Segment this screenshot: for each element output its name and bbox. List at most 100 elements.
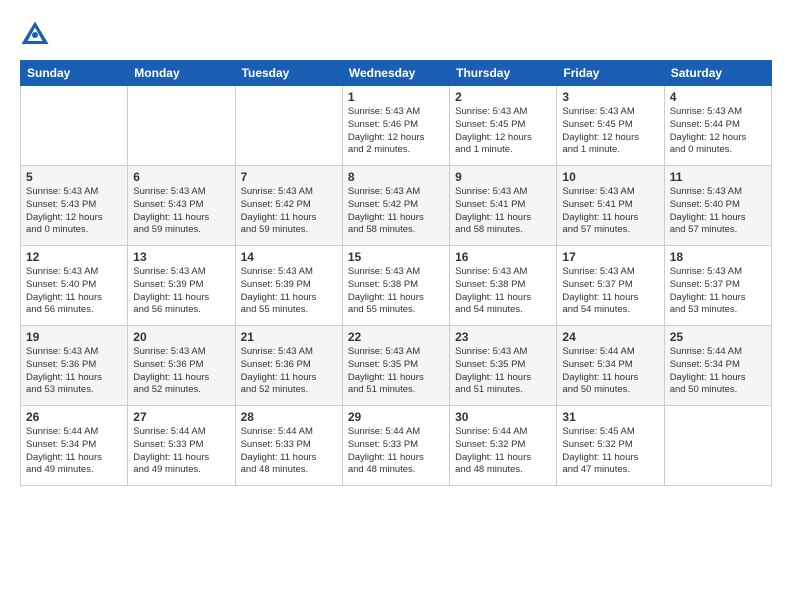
calendar-cell: 16Sunrise: 5:43 AM Sunset: 5:38 PM Dayli… <box>450 246 557 326</box>
calendar-cell: 12 Sunrise: 5:43 AM Sunset: 5:40 PM Dayli… <box>21 246 128 326</box>
calendar-cell: 20 Sunrise: 5:43 AM Sunset: 5:36 PM Dayli… <box>128 326 235 406</box>
day-info: Sunrise: 5:43 AM Sunset: 5:42 PM Dayligh… <box>348 186 444 237</box>
calendar-cell: 13Sunrise: 5:43 AM Sunset: 5:39 PM Dayli… <box>128 246 235 326</box>
calendar-week-row: 26 Sunrise: 5:44 AM Sunset: 5:34 PM Dayli… <box>21 406 772 486</box>
calendar-cell: 26 Sunrise: 5:44 AM Sunset: 5:34 PM Dayli… <box>21 406 128 486</box>
calendar-cell: 2 Sunrise: 5:43 AM Sunset: 5:45 PM Daylig… <box>450 86 557 166</box>
day-info: Sunrise: 5:44 AM Sunset: 5:34 PM Dayligh… <box>26 426 122 477</box>
calendar-cell <box>128 86 235 166</box>
calendar-week-row: 19Sunrise: 5:43 AM Sunset: 5:36 PM Dayli… <box>21 326 772 406</box>
logo <box>20 20 54 50</box>
day-info: Sunrise: 5:43 AM Sunset: 5:36 PM Dayligh… <box>133 346 229 397</box>
page: SundayMondayTuesdayWednesdayThursdayFrid… <box>0 0 792 496</box>
weekday-header: Sunday <box>21 61 128 86</box>
day-number: 26 <box>26 410 122 424</box>
calendar-cell: 21Sunrise: 5:43 AM Sunset: 5:36 PM Dayli… <box>235 326 342 406</box>
day-number: 23 <box>455 330 551 344</box>
day-info: Sunrise: 5:43 AM Sunset: 5:35 PM Dayligh… <box>348 346 444 397</box>
day-number: 14 <box>241 250 337 264</box>
calendar-cell: 23 Sunrise: 5:43 AM Sunset: 5:35 PM Dayli… <box>450 326 557 406</box>
day-info: Sunrise: 5:43 AM Sunset: 5:39 PM Dayligh… <box>241 266 337 317</box>
header <box>20 20 772 50</box>
day-info: Sunrise: 5:43 AM Sunset: 5:44 PM Dayligh… <box>670 106 766 157</box>
calendar-cell: 3 Sunrise: 5:43 AM Sunset: 5:45 PM Daylig… <box>557 86 664 166</box>
day-number: 22 <box>348 330 444 344</box>
day-number: 13 <box>133 250 229 264</box>
day-number: 20 <box>133 330 229 344</box>
day-info: Sunrise: 5:44 AM Sunset: 5:33 PM Dayligh… <box>133 426 229 477</box>
calendar-cell: 1 Sunrise: 5:43 AM Sunset: 5:46 PM Daylig… <box>342 86 449 166</box>
day-number: 10 <box>562 170 658 184</box>
calendar-cell: 6Sunrise: 5:43 AM Sunset: 5:43 PM Daylig… <box>128 166 235 246</box>
day-number: 9 <box>455 170 551 184</box>
calendar-cell: 27Sunrise: 5:44 AM Sunset: 5:33 PM Dayli… <box>128 406 235 486</box>
day-number: 3 <box>562 90 658 104</box>
day-info: Sunrise: 5:43 AM Sunset: 5:45 PM Dayligh… <box>455 106 551 157</box>
weekday-header-row: SundayMondayTuesdayWednesdayThursdayFrid… <box>21 61 772 86</box>
day-info: Sunrise: 5:44 AM Sunset: 5:33 PM Dayligh… <box>348 426 444 477</box>
logo-icon <box>20 20 50 50</box>
day-info: Sunrise: 5:44 AM Sunset: 5:34 PM Dayligh… <box>670 346 766 397</box>
calendar-cell: 15 Sunrise: 5:43 AM Sunset: 5:38 PM Dayli… <box>342 246 449 326</box>
day-info: Sunrise: 5:43 AM Sunset: 5:37 PM Dayligh… <box>670 266 766 317</box>
day-number: 2 <box>455 90 551 104</box>
weekday-header: Friday <box>557 61 664 86</box>
calendar-cell: 18 Sunrise: 5:43 AM Sunset: 5:37 PM Dayli… <box>664 246 771 326</box>
day-number: 17 <box>562 250 658 264</box>
day-info: Sunrise: 5:43 AM Sunset: 5:43 PM Dayligh… <box>26 186 122 237</box>
day-number: 31 <box>562 410 658 424</box>
calendar-cell: 14 Sunrise: 5:43 AM Sunset: 5:39 PM Dayli… <box>235 246 342 326</box>
calendar-cell <box>235 86 342 166</box>
calendar-week-row: 1 Sunrise: 5:43 AM Sunset: 5:46 PM Daylig… <box>21 86 772 166</box>
day-info: Sunrise: 5:44 AM Sunset: 5:32 PM Dayligh… <box>455 426 551 477</box>
calendar-cell: 17 Sunrise: 5:43 AM Sunset: 5:37 PM Dayli… <box>557 246 664 326</box>
day-info: Sunrise: 5:43 AM Sunset: 5:37 PM Dayligh… <box>562 266 658 317</box>
day-info: Sunrise: 5:43 AM Sunset: 5:41 PM Dayligh… <box>455 186 551 237</box>
day-info: Sunrise: 5:43 AM Sunset: 5:43 PM Dayligh… <box>133 186 229 237</box>
day-number: 12 <box>26 250 122 264</box>
day-number: 30 <box>455 410 551 424</box>
day-number: 29 <box>348 410 444 424</box>
day-info: Sunrise: 5:43 AM Sunset: 5:38 PM Dayligh… <box>455 266 551 317</box>
calendar-cell <box>21 86 128 166</box>
day-info: Sunrise: 5:45 AM Sunset: 5:32 PM Dayligh… <box>562 426 658 477</box>
day-info: Sunrise: 5:43 AM Sunset: 5:35 PM Dayligh… <box>455 346 551 397</box>
day-number: 5 <box>26 170 122 184</box>
calendar-cell <box>664 406 771 486</box>
calendar-cell: 24Sunrise: 5:44 AM Sunset: 5:34 PM Dayli… <box>557 326 664 406</box>
day-number: 11 <box>670 170 766 184</box>
day-info: Sunrise: 5:43 AM Sunset: 5:36 PM Dayligh… <box>241 346 337 397</box>
day-number: 8 <box>348 170 444 184</box>
calendar-cell: 9 Sunrise: 5:43 AM Sunset: 5:41 PM Daylig… <box>450 166 557 246</box>
day-number: 28 <box>241 410 337 424</box>
day-info: Sunrise: 5:43 AM Sunset: 5:38 PM Dayligh… <box>348 266 444 317</box>
weekday-header: Thursday <box>450 61 557 86</box>
weekday-header: Wednesday <box>342 61 449 86</box>
day-number: 25 <box>670 330 766 344</box>
calendar-cell: 19Sunrise: 5:43 AM Sunset: 5:36 PM Dayli… <box>21 326 128 406</box>
day-number: 1 <box>348 90 444 104</box>
day-info: Sunrise: 5:43 AM Sunset: 5:41 PM Dayligh… <box>562 186 658 237</box>
day-number: 15 <box>348 250 444 264</box>
day-info: Sunrise: 5:43 AM Sunset: 5:42 PM Dayligh… <box>241 186 337 237</box>
day-info: Sunrise: 5:43 AM Sunset: 5:46 PM Dayligh… <box>348 106 444 157</box>
day-info: Sunrise: 5:43 AM Sunset: 5:40 PM Dayligh… <box>670 186 766 237</box>
day-info: Sunrise: 5:43 AM Sunset: 5:45 PM Dayligh… <box>562 106 658 157</box>
calendar-cell: 4 Sunrise: 5:43 AM Sunset: 5:44 PM Daylig… <box>664 86 771 166</box>
day-number: 4 <box>670 90 766 104</box>
calendar-cell: 5 Sunrise: 5:43 AM Sunset: 5:43 PM Daylig… <box>21 166 128 246</box>
calendar-cell: 11 Sunrise: 5:43 AM Sunset: 5:40 PM Dayli… <box>664 166 771 246</box>
calendar: SundayMondayTuesdayWednesdayThursdayFrid… <box>20 60 772 486</box>
calendar-week-row: 12 Sunrise: 5:43 AM Sunset: 5:40 PM Dayli… <box>21 246 772 326</box>
day-info: Sunrise: 5:43 AM Sunset: 5:36 PM Dayligh… <box>26 346 122 397</box>
day-number: 18 <box>670 250 766 264</box>
calendar-week-row: 5 Sunrise: 5:43 AM Sunset: 5:43 PM Daylig… <box>21 166 772 246</box>
day-info: Sunrise: 5:44 AM Sunset: 5:33 PM Dayligh… <box>241 426 337 477</box>
calendar-cell: 8 Sunrise: 5:43 AM Sunset: 5:42 PM Daylig… <box>342 166 449 246</box>
calendar-cell: 30 Sunrise: 5:44 AM Sunset: 5:32 PM Dayli… <box>450 406 557 486</box>
calendar-cell: 22 Sunrise: 5:43 AM Sunset: 5:35 PM Dayli… <box>342 326 449 406</box>
calendar-cell: 10 Sunrise: 5:43 AM Sunset: 5:41 PM Dayli… <box>557 166 664 246</box>
day-info: Sunrise: 5:43 AM Sunset: 5:40 PM Dayligh… <box>26 266 122 317</box>
weekday-header: Monday <box>128 61 235 86</box>
calendar-cell: 28 Sunrise: 5:44 AM Sunset: 5:33 PM Dayli… <box>235 406 342 486</box>
